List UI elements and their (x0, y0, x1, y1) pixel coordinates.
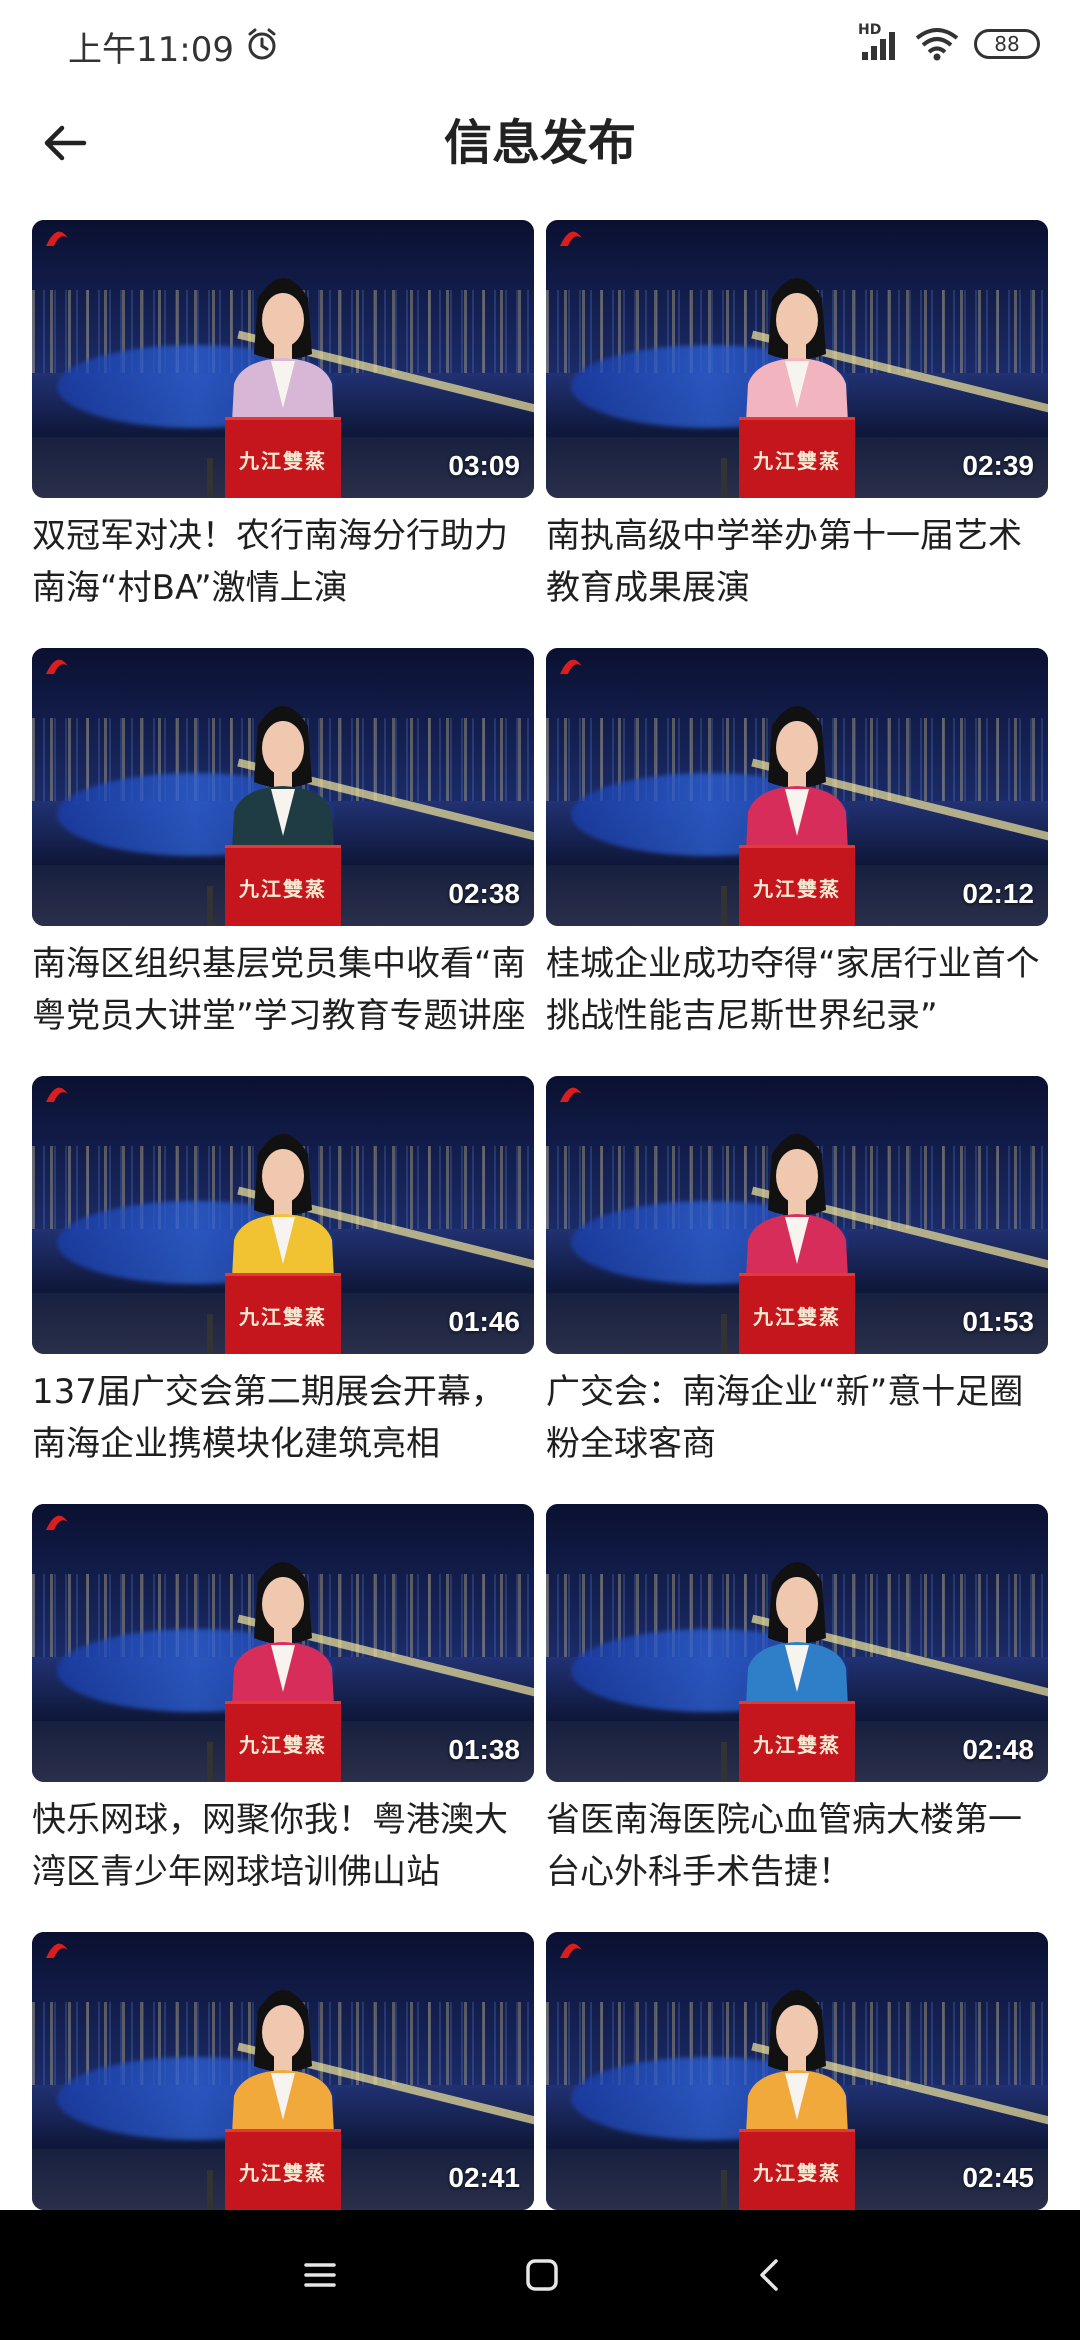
podium-logo: 九江雙蒸 (739, 1273, 855, 1354)
podium-logo: 九江雙蒸 (739, 417, 855, 498)
battery-icon: 88 (974, 29, 1040, 59)
podium-logo: 九江雙蒸 (739, 845, 855, 926)
menu-button[interactable] (290, 2245, 350, 2305)
video-title[interactable]: 桂城企业成功夺得“家居行业首个挑战性能吉尼斯世界纪录” (546, 938, 1048, 1042)
video-title[interactable]: 快乐网球，网聚你我！粤港澳大湾区青少年网球培训佛山站 (32, 1794, 534, 1898)
video-card[interactable]: 九江雙蒸 03:09 双冠军对决！农行南海分行助力南海“村BA”激情上演 (32, 220, 534, 614)
video-title[interactable]: 137届广交会第二期展会开幕，南海企业携模块化建筑亮相 (32, 1366, 534, 1470)
video-thumbnail[interactable]: 九江雙蒸 02:12 (546, 648, 1048, 926)
podium-logo: 九江雙蒸 (225, 1701, 341, 1782)
station-logo-icon (46, 1515, 68, 1530)
video-card[interactable]: 九江雙蒸 02:45 (546, 1932, 1048, 2210)
header: 信息发布 (0, 90, 1080, 220)
alarm-icon (248, 28, 276, 60)
video-duration: 02:41 (448, 2162, 520, 2193)
signal-icon: HD (858, 22, 900, 62)
status-bar: 上午11:09 HD 88 (0, 0, 1080, 90)
system-back-button[interactable] (740, 2245, 800, 2305)
station-logo-icon (560, 1943, 582, 1958)
video-duration: 02:39 (962, 450, 1034, 481)
station-logo-icon (46, 1087, 68, 1102)
video-card[interactable]: 九江雙蒸 02:48 省医南海医院心血管病大楼第一台心外科手术告捷！ (546, 1504, 1048, 1898)
video-duration: 01:53 (962, 1306, 1034, 1337)
menu-icon (304, 2263, 336, 2287)
video-title[interactable]: 省医南海医院心血管病大楼第一台心外科手术告捷！ (546, 1794, 1048, 1898)
back-chevron-icon (760, 2259, 778, 2291)
video-thumbnail[interactable]: 九江雙蒸 02:38 (32, 648, 534, 926)
status-time: 上午11:09 (68, 30, 234, 70)
back-button[interactable] (30, 108, 100, 178)
video-thumbnail[interactable]: 九江雙蒸 02:41 (32, 1932, 534, 2210)
video-thumbnail[interactable]: 九江雙蒸 03:09 (32, 220, 534, 498)
podium-logo: 九江雙蒸 (225, 2129, 341, 2210)
home-button[interactable] (512, 2245, 572, 2305)
podium-logo: 九江雙蒸 (739, 2129, 855, 2210)
video-card[interactable]: 九江雙蒸 02:38 南海区组织基层党员集中收看“南粤党员大讲堂”学习教育专题讲… (32, 648, 534, 1042)
podium-logo: 九江雙蒸 (225, 845, 341, 926)
podium-logo: 九江雙蒸 (739, 1701, 855, 1782)
video-card[interactable]: 九江雙蒸 02:12 桂城企业成功夺得“家居行业首个挑战性能吉尼斯世界纪录” (546, 648, 1048, 1042)
podium-logo: 九江雙蒸 (225, 417, 341, 498)
station-logo-icon (560, 1087, 582, 1102)
video-thumbnail[interactable]: 九江雙蒸 02:48 (546, 1504, 1048, 1782)
video-duration: 01:46 (448, 1306, 520, 1337)
video-duration: 02:38 (448, 878, 520, 909)
video-thumbnail[interactable]: 九江雙蒸 02:39 (546, 220, 1048, 498)
video-title[interactable]: 广交会：南海企业“新”意十足圈粉全球客商 (546, 1366, 1048, 1470)
home-square-icon (526, 2259, 558, 2291)
video-thumbnail[interactable]: 九江雙蒸 02:45 (546, 1932, 1048, 2210)
video-card[interactable]: 九江雙蒸 01:53 广交会：南海企业“新”意十足圈粉全球客商 (546, 1076, 1048, 1470)
video-thumbnail[interactable]: 九江雙蒸 01:38 (32, 1504, 534, 1782)
video-duration: 01:38 (448, 1734, 520, 1765)
system-nav-bar (0, 2210, 1080, 2340)
station-logo-icon (46, 659, 68, 674)
wifi-icon (915, 28, 959, 61)
video-title[interactable]: 双冠军对决！农行南海分行助力南海“村BA”激情上演 (32, 510, 534, 614)
video-card[interactable]: 九江雙蒸 01:46 137届广交会第二期展会开幕，南海企业携模块化建筑亮相 (32, 1076, 534, 1470)
video-duration: 03:09 (448, 450, 520, 481)
video-duration: 02:48 (962, 1734, 1034, 1765)
video-card[interactable]: 九江雙蒸 02:41 (32, 1932, 534, 2210)
video-card[interactable]: 九江雙蒸 02:39 南执高级中学举办第十一届艺术教育成果展演 (546, 220, 1048, 614)
page-title: 信息发布 (443, 115, 636, 171)
video-duration: 02:12 (962, 878, 1034, 909)
podium-logo: 九江雙蒸 (225, 1273, 341, 1354)
video-thumbnail[interactable]: 九江雙蒸 01:53 (546, 1076, 1048, 1354)
video-title[interactable]: 南海区组织基层党员集中收看“南粤党员大讲堂”学习教育专题讲座 (32, 938, 534, 1042)
station-logo-icon (560, 231, 582, 246)
video-duration: 02:45 (962, 2162, 1034, 2193)
station-logo-icon (46, 231, 68, 246)
station-logo-icon (560, 659, 582, 674)
arrow-left-icon (44, 125, 87, 161)
video-title[interactable]: 南执高级中学举办第十一届艺术教育成果展演 (546, 510, 1048, 614)
video-thumbnail[interactable]: 九江雙蒸 01:46 (32, 1076, 534, 1354)
station-logo-icon (46, 1943, 68, 1958)
video-card[interactable]: 九江雙蒸 01:38 快乐网球，网聚你我！粤港澳大湾区青少年网球培训佛山站 (32, 1504, 534, 1898)
